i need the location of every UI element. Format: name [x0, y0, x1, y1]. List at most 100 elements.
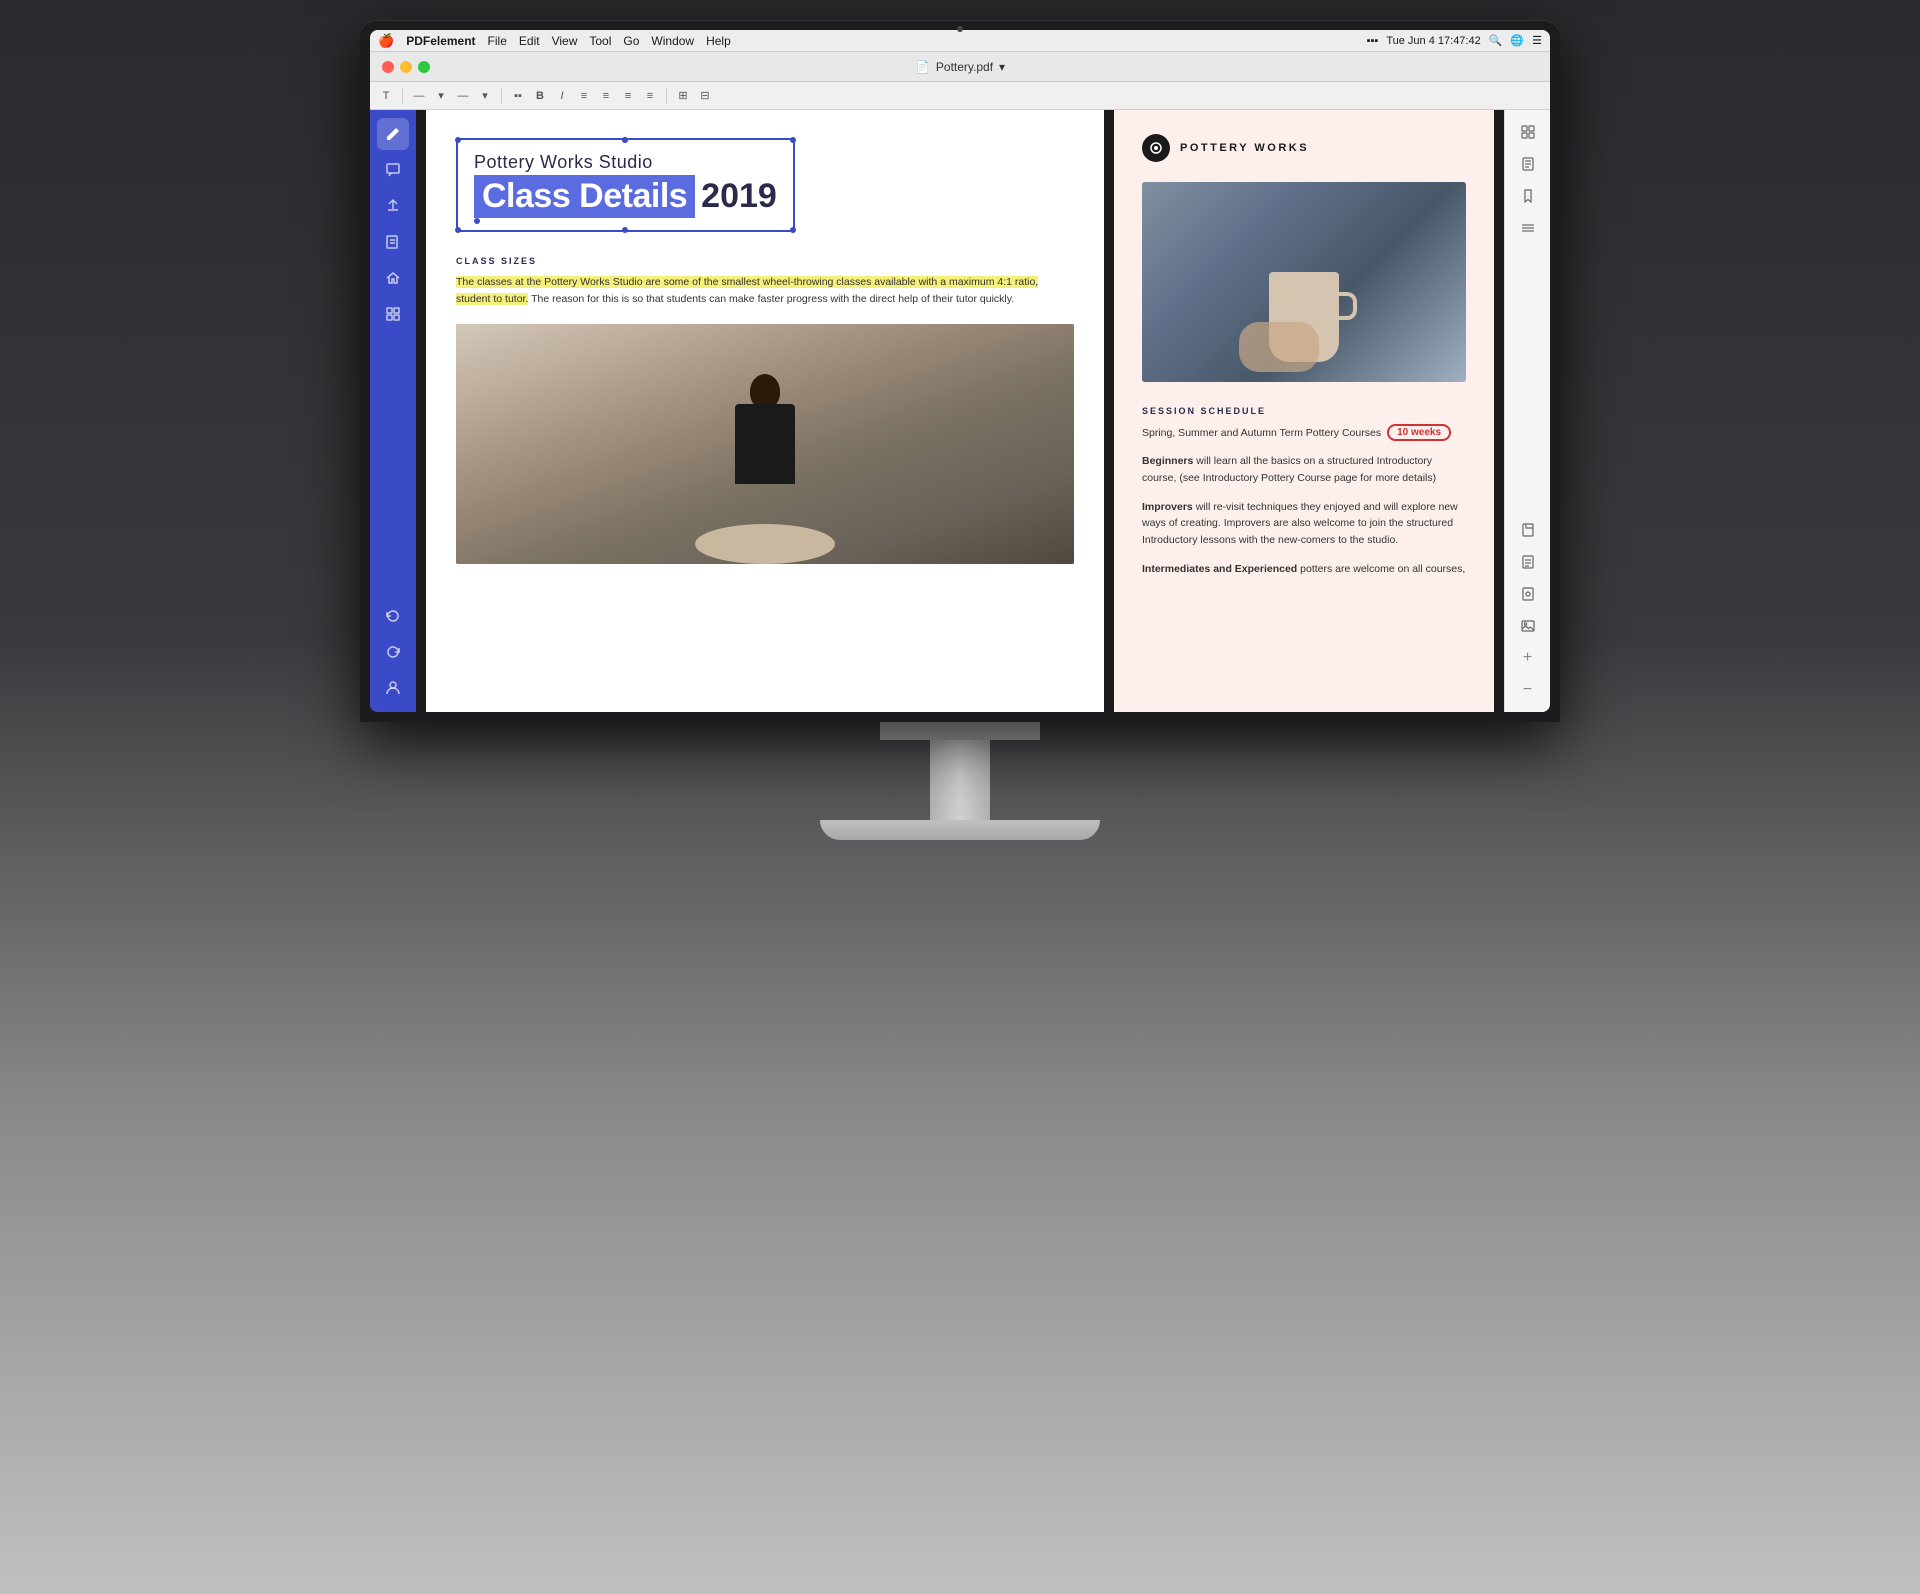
sidebar-item-home[interactable] [377, 262, 409, 294]
menu-help[interactable]: Help [706, 34, 731, 48]
section1-heading: CLASS SIZES [456, 256, 1074, 266]
align-center-icon[interactable]: ≡ [598, 88, 614, 104]
right-sidebar-bookmark-icon[interactable] [1514, 182, 1542, 210]
toolbar-dropdown-1[interactable]: ▾ [433, 88, 449, 104]
sidebar-item-comment[interactable] [377, 154, 409, 186]
right-sidebar: + − [1504, 110, 1550, 712]
table2-icon[interactable]: ⊟ [697, 88, 713, 104]
pottery-mug-photo [1142, 182, 1466, 382]
search-icon[interactable]: 🔍 [1489, 34, 1503, 47]
menu-file[interactable]: File [488, 34, 507, 48]
handle-bm[interactable] [622, 227, 628, 233]
camera-dot [957, 26, 963, 32]
monitor-wrapper: 🍎 PDFelement File Edit View Tool Go Wind… [0, 0, 1920, 1594]
toolbar-separator-1 [402, 88, 403, 104]
monitor-stand-top [880, 722, 1040, 740]
handle-tr[interactable] [790, 137, 796, 143]
right-sidebar-doc1-icon[interactable] [1514, 516, 1542, 544]
maximize-button[interactable] [418, 61, 430, 73]
align-left-icon[interactable]: ≡ [576, 88, 592, 104]
menu-icon[interactable]: ☰ [1532, 34, 1542, 47]
beginners-bold: Beginners [1142, 455, 1193, 467]
minimize-button[interactable] [400, 61, 412, 73]
toolbar-dash-2: — [455, 88, 471, 104]
menu-go[interactable]: Go [623, 34, 639, 48]
right-sidebar-doc3-icon[interactable] [1514, 580, 1542, 608]
globe-icon[interactable]: 🌐 [1510, 34, 1524, 47]
italic-icon[interactable]: I [554, 88, 570, 104]
pottery-logo-text: POTTERY WORKS [1180, 142, 1309, 154]
pdf-title-year: 2019 [695, 177, 777, 216]
mug-handle [1339, 292, 1357, 320]
improvers-para: Improvers will re-visit techniques they … [1142, 499, 1466, 549]
left-sidebar [370, 110, 416, 712]
toolbar-dash-1: — [411, 88, 427, 104]
bold-icon[interactable]: B [532, 88, 548, 104]
menu-window[interactable]: Window [651, 34, 694, 48]
app-name-label: PDFelement [406, 34, 475, 48]
title-box[interactable]: Pottery Works Studio Class Details 2019 [456, 138, 795, 232]
pdf-title-subtitle: Pottery Works Studio [474, 152, 777, 173]
pdf-icon: 📄 [915, 60, 930, 74]
sidebar-item-edit[interactable] [377, 118, 409, 150]
black-bar-right [1494, 110, 1504, 712]
section1-normal: The reason for this is so that students … [528, 293, 1014, 305]
right-sidebar-list-icon[interactable] [1514, 214, 1542, 242]
handle-tl[interactable] [455, 137, 461, 143]
sidebar-item-undo[interactable] [377, 600, 409, 632]
window-controls [382, 61, 430, 73]
pdf-right-column: POTTERY WORKS [1114, 110, 1494, 712]
pdf-title-highlighted: Class Details [474, 175, 695, 218]
toolbar-separator-2 [501, 88, 502, 104]
right-sidebar-image-icon[interactable] [1514, 612, 1542, 640]
sidebar-item-pages[interactable] [377, 226, 409, 258]
improvers-bold: Improvers [1142, 501, 1193, 513]
right-sidebar-page-icon[interactable] [1514, 150, 1542, 178]
menu-tool[interactable]: Tool [589, 34, 611, 48]
app-window: 📄 Pottery.pdf ▾ T — ▾ — ▾ ▪▪ B I [370, 52, 1550, 712]
intermediates-para: Intermediates and Experienced potters ar… [1142, 561, 1466, 578]
align-justify-icon[interactable]: ≡ [642, 88, 658, 104]
title-bar: 📄 Pottery.pdf ▾ [370, 52, 1550, 82]
close-button[interactable] [382, 61, 394, 73]
sidebar-item-redo[interactable] [377, 636, 409, 668]
pottery-student-photo [456, 324, 1074, 564]
pdf-columns: Pottery Works Studio Class Details 2019 … [426, 110, 1494, 712]
hands [1239, 322, 1319, 372]
pdf-page: Pottery Works Studio Class Details 2019 … [416, 110, 1504, 712]
intermediates-text: potters are welcome on all courses, [1297, 563, 1465, 575]
sidebar-item-user[interactable] [377, 672, 409, 704]
sidebar-item-grid[interactable] [377, 298, 409, 330]
black-bar-middle [1104, 110, 1114, 712]
sidebar-item-share[interactable] [377, 190, 409, 222]
person-silhouette [675, 364, 855, 564]
menu-items: File Edit View Tool Go Window Help [488, 34, 731, 48]
pdf-title-main: Class Details 2019 [474, 175, 777, 218]
handle-tm[interactable] [622, 137, 628, 143]
right-sidebar-grid-icon[interactable] [1514, 118, 1542, 146]
session-heading: SESSION SCHEDULE [1142, 406, 1466, 416]
monitor-stand-pole [930, 740, 990, 820]
handle-bl[interactable] [455, 227, 461, 233]
table-icon[interactable]: ⊞ [675, 88, 691, 104]
mac-menubar: 🍎 PDFelement File Edit View Tool Go Wind… [370, 30, 1550, 52]
text-tool-icon[interactable]: T [378, 88, 394, 104]
intermediates-bold: Intermediates and Experienced [1142, 563, 1297, 575]
weeks-badge: 10 weeks [1387, 424, 1451, 441]
apple-logo-icon[interactable]: 🍎 [378, 33, 394, 49]
toolbar-font-size[interactable]: ▪▪ [510, 88, 526, 104]
right-sidebar-doc2-icon[interactable] [1514, 548, 1542, 576]
session-line-text: Spring, Summer and Autumn Term Pottery C… [1142, 427, 1381, 439]
right-sidebar-minus-icon[interactable]: − [1514, 676, 1542, 704]
menu-edit[interactable]: Edit [519, 34, 540, 48]
chevron-down-icon[interactable]: ▾ [999, 60, 1005, 74]
handle-br[interactable] [790, 227, 796, 233]
align-right-icon[interactable]: ≡ [620, 88, 636, 104]
toolbar-dropdown-2[interactable]: ▾ [477, 88, 493, 104]
right-sidebar-add-icon[interactable]: + [1514, 644, 1542, 672]
menubar-right: ▪▪▪ Tue Jun 4 17:47:42 🔍 🌐 ☰ [1367, 34, 1542, 47]
pdf-area[interactable]: Pottery Works Studio Class Details 2019 … [416, 110, 1504, 712]
monitor-screen: 🍎 PDFelement File Edit View Tool Go Wind… [370, 30, 1550, 712]
menu-view[interactable]: View [552, 34, 578, 48]
toolbar: T — ▾ — ▾ ▪▪ B I ≡ ≡ ≡ ≡ ⊞ ⊟ [370, 82, 1550, 110]
